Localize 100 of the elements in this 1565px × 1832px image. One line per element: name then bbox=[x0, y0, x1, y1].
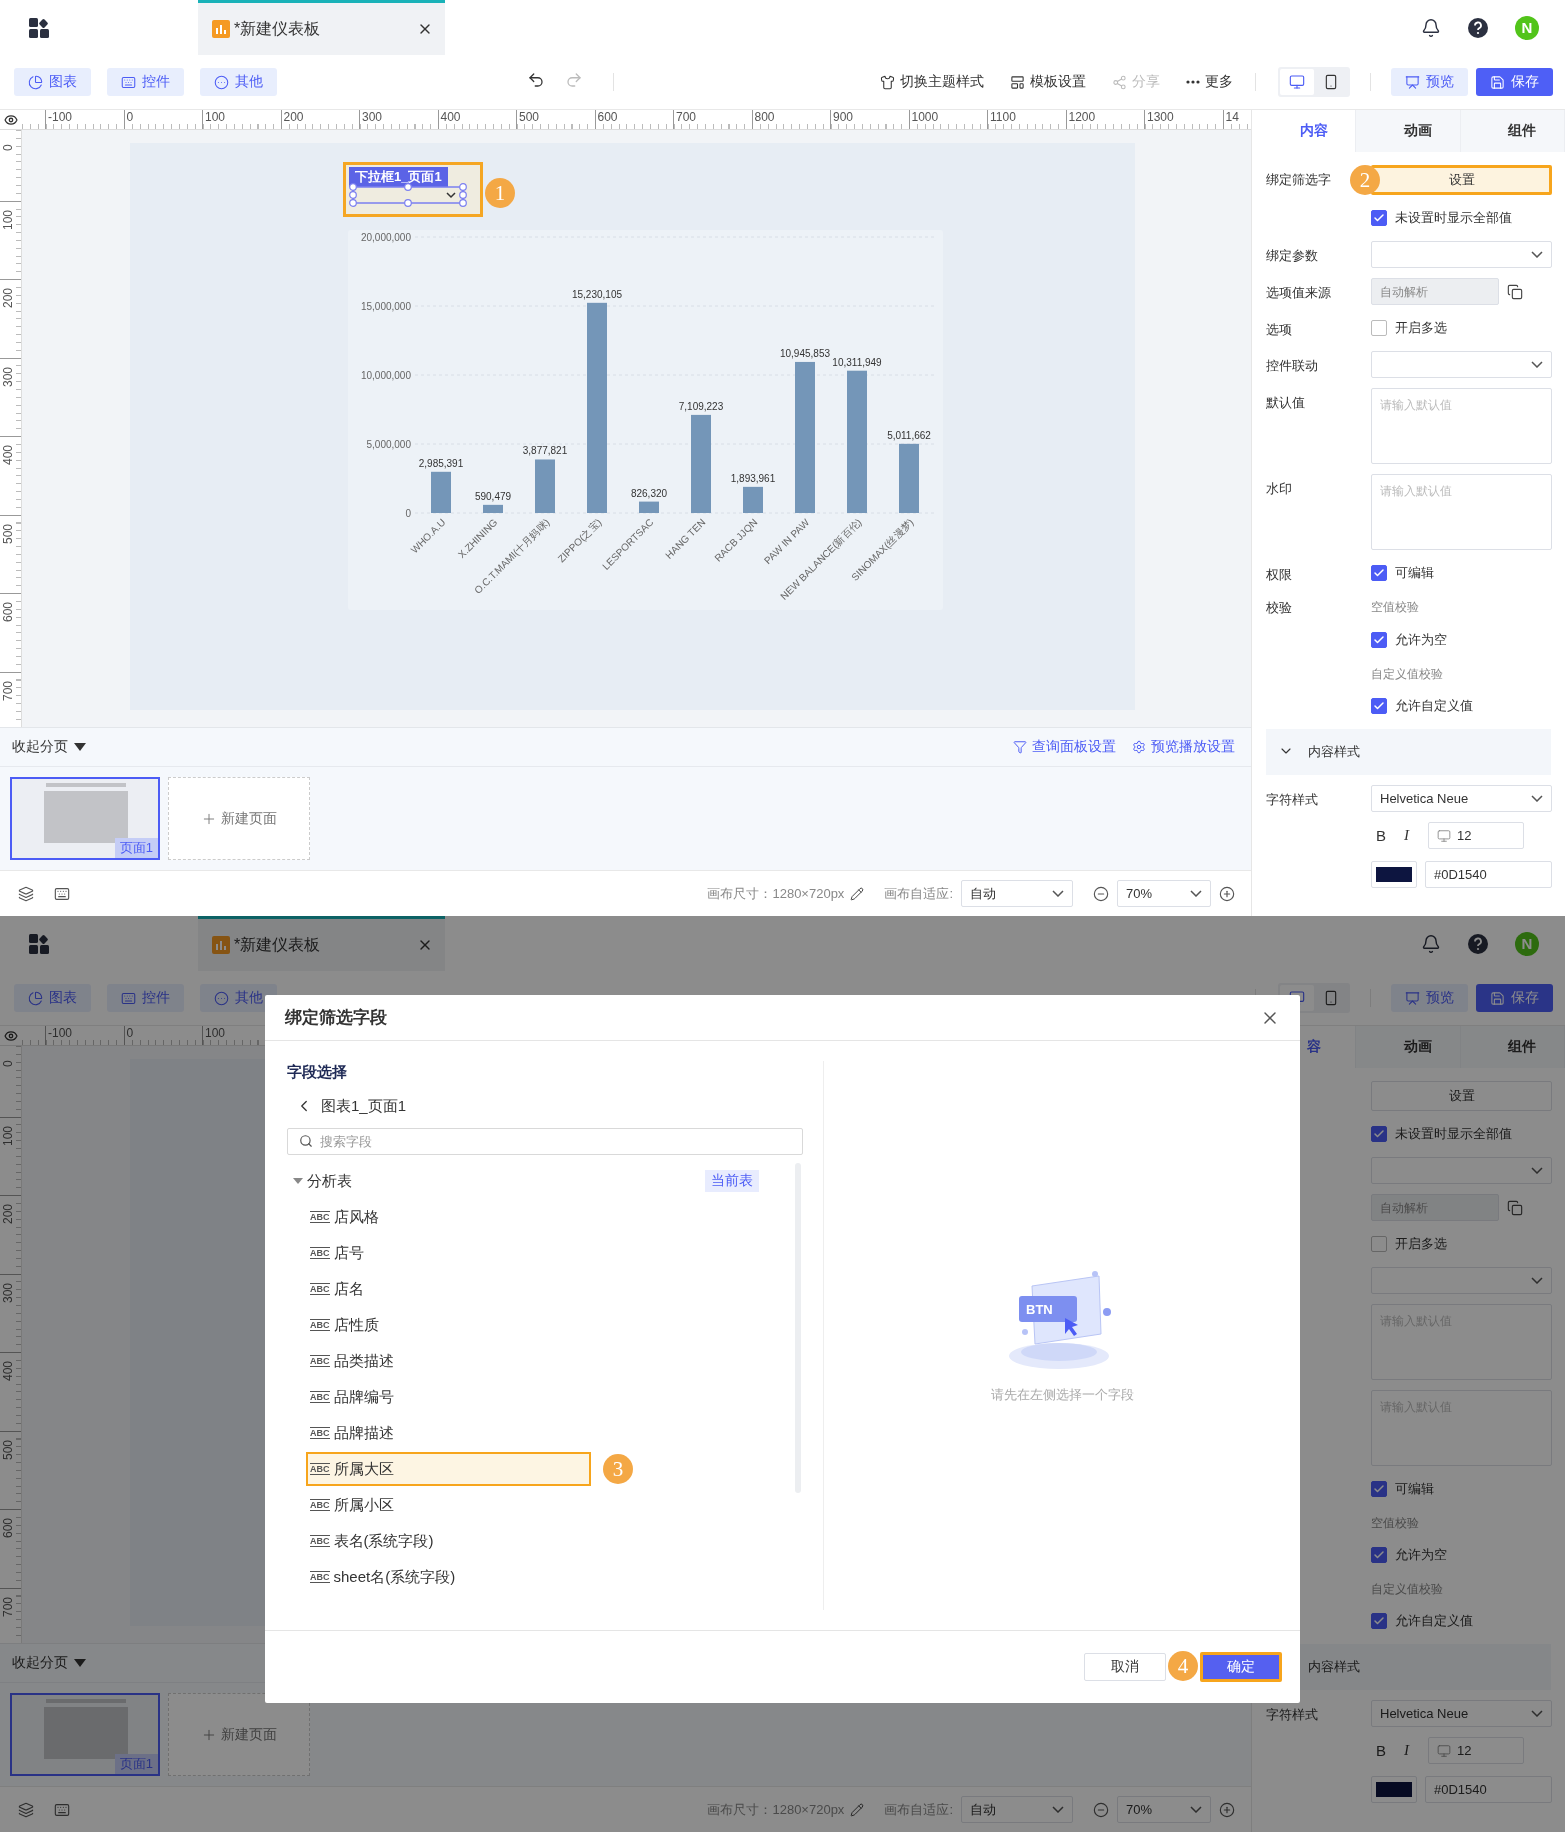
color-value-field[interactable]: #0D1540 bbox=[1425, 861, 1552, 888]
settings-link[interactable]: 预览播放设置 bbox=[1132, 738, 1235, 756]
eye-icon[interactable] bbox=[4, 112, 18, 127]
save-button[interactable]: 保存 bbox=[1476, 68, 1553, 96]
zoom-out-icon[interactable] bbox=[1093, 885, 1109, 902]
keyboard-icon[interactable] bbox=[54, 885, 70, 902]
zoom-select[interactable]: 70% bbox=[1117, 1796, 1211, 1823]
field-item[interactable]: ABC 店名 bbox=[306, 1274, 591, 1304]
zoom-in-icon[interactable] bbox=[1219, 885, 1235, 902]
undo-icon[interactable] bbox=[527, 71, 545, 89]
panel-tab[interactable]: 动画 bbox=[1356, 1026, 1461, 1068]
field-item[interactable]: ABC 所属小区 bbox=[306, 1490, 591, 1520]
field-item[interactable]: ABC 品牌编号 bbox=[306, 1382, 591, 1412]
text-area[interactable]: 请输入默认值 bbox=[1371, 474, 1552, 550]
bell-icon[interactable] bbox=[1421, 933, 1441, 954]
panel-tab[interactable]: 组件 bbox=[1460, 110, 1565, 152]
save-button[interactable]: 保存 bbox=[1476, 984, 1553, 1012]
field-item[interactable]: ABC 店号 bbox=[306, 1238, 591, 1268]
field-item[interactable]: ABC 所属大区 bbox=[306, 1452, 591, 1486]
checkbox[interactable] bbox=[1371, 1126, 1387, 1142]
select-field[interactable]: Helvetica Neue bbox=[1371, 1700, 1552, 1727]
color-value-field[interactable]: #0D1540 bbox=[1425, 1776, 1552, 1803]
panel-tab[interactable]: 组件 bbox=[1460, 1026, 1565, 1068]
zoom-select[interactable]: 70% bbox=[1117, 880, 1211, 907]
font-size-field[interactable]: 12 bbox=[1428, 822, 1524, 849]
device-toggle[interactable] bbox=[1280, 69, 1314, 95]
checkbox[interactable] bbox=[1371, 1481, 1387, 1497]
font-size-field[interactable]: 12 bbox=[1428, 1737, 1524, 1764]
new-page-button[interactable]: 新建页面 bbox=[168, 1693, 310, 1776]
field-item[interactable]: ABC 店风格 bbox=[306, 1202, 591, 1232]
checkbox[interactable] bbox=[1371, 1613, 1387, 1629]
fit-select[interactable]: 自动 bbox=[961, 880, 1073, 907]
section-header[interactable]: 内容样式 bbox=[1266, 729, 1551, 775]
copy-icon[interactable] bbox=[1507, 283, 1523, 300]
toolbar-button[interactable]: 控件 bbox=[107, 68, 184, 96]
zoom-out-icon[interactable] bbox=[1093, 1801, 1109, 1818]
settings-button[interactable]: 设置 bbox=[1371, 165, 1552, 195]
checkbox[interactable] bbox=[1371, 698, 1387, 714]
app-logo-icon[interactable] bbox=[28, 16, 50, 39]
select-field[interactable] bbox=[1371, 1157, 1552, 1184]
toolbar-button[interactable]: 其他 bbox=[200, 68, 277, 96]
toolbar-button[interactable]: 控件 bbox=[107, 984, 184, 1012]
cancel-button[interactable]: 取消 bbox=[1084, 1653, 1166, 1681]
color-swatch[interactable] bbox=[1371, 861, 1417, 888]
bold-button[interactable]: B bbox=[1371, 1742, 1391, 1759]
select-field[interactable] bbox=[1371, 241, 1552, 268]
color-swatch[interactable] bbox=[1371, 1776, 1417, 1803]
field-item[interactable]: ABC 表名(系统字段) bbox=[306, 1526, 591, 1556]
toolbar-button[interactable]: 模板设置 bbox=[1010, 73, 1086, 91]
checkbox[interactable] bbox=[1371, 1547, 1387, 1563]
tree-node[interactable]: 分析表 当前表 bbox=[287, 1163, 779, 1199]
select-field[interactable] bbox=[1371, 351, 1552, 378]
new-page-button[interactable]: 新建页面 bbox=[168, 777, 310, 860]
edit-icon[interactable] bbox=[850, 1802, 865, 1817]
edit-icon[interactable] bbox=[850, 886, 865, 901]
field-item[interactable]: ABC 店性质 bbox=[306, 1310, 591, 1340]
panel-tab[interactable]: 内容 bbox=[1252, 110, 1357, 152]
help-icon[interactable] bbox=[1467, 932, 1489, 955]
select-field[interactable]: Helvetica Neue bbox=[1371, 785, 1552, 812]
dropdown-widget[interactable]: 下拉框1_页面1 bbox=[343, 162, 483, 217]
document-tab[interactable]: *新建仪表板 bbox=[198, 916, 445, 971]
layers-icon[interactable] bbox=[18, 885, 34, 902]
preview-button[interactable]: 预览 bbox=[1391, 984, 1468, 1012]
layers-icon[interactable] bbox=[18, 1801, 34, 1818]
toolbar-button[interactable]: 更多 bbox=[1186, 73, 1233, 91]
settings-button[interactable]: 设置 bbox=[1371, 1081, 1552, 1111]
field-item[interactable]: ABC sheet名(系统字段) bbox=[306, 1562, 591, 1592]
help-icon[interactable] bbox=[1467, 16, 1489, 39]
italic-button[interactable]: I bbox=[1399, 827, 1414, 844]
toolbar-button[interactable]: 其他 bbox=[200, 984, 277, 1012]
confirm-button[interactable]: 确定 bbox=[1200, 1652, 1282, 1682]
panel-tab[interactable]: 动画 bbox=[1356, 110, 1461, 152]
search-field[interactable]: 搜索字段 bbox=[287, 1128, 803, 1155]
checkbox[interactable] bbox=[1371, 320, 1387, 336]
field-item[interactable]: ABC 品类描述 bbox=[306, 1346, 591, 1376]
back-link[interactable]: 图表1_页面1 bbox=[287, 1094, 803, 1118]
collapse-pages-toggle[interactable]: 收起分页 bbox=[12, 1654, 86, 1672]
app-logo-icon[interactable] bbox=[28, 932, 50, 955]
page-thumbnail[interactable]: 页面1 bbox=[10, 777, 160, 860]
eye-icon[interactable] bbox=[4, 1028, 18, 1043]
zoom-in-icon[interactable] bbox=[1219, 1801, 1235, 1818]
bell-icon[interactable] bbox=[1421, 17, 1441, 38]
italic-button[interactable]: I bbox=[1399, 1742, 1414, 1759]
select-field[interactable] bbox=[1371, 1267, 1552, 1294]
checkbox[interactable] bbox=[1371, 565, 1387, 581]
checkbox[interactable] bbox=[1371, 632, 1387, 648]
document-tab[interactable]: *新建仪表板 bbox=[198, 0, 445, 55]
settings-link[interactable]: 查询面板设置 bbox=[1013, 738, 1116, 756]
field-item[interactable]: ABC 品牌描述 bbox=[306, 1418, 591, 1448]
text-area[interactable]: 请输入默认值 bbox=[1371, 388, 1552, 464]
copy-icon[interactable] bbox=[1507, 1199, 1523, 1216]
checkbox[interactable] bbox=[1371, 1236, 1387, 1252]
collapse-pages-toggle[interactable]: 收起分页 bbox=[12, 738, 86, 756]
bold-button[interactable]: B bbox=[1371, 827, 1391, 844]
fit-select[interactable]: 自动 bbox=[961, 1796, 1073, 1823]
toolbar-button[interactable]: 图表 bbox=[14, 68, 91, 96]
toolbar-button[interactable]: 切换主题样式 bbox=[880, 73, 984, 91]
keyboard-icon[interactable] bbox=[54, 1801, 70, 1818]
toolbar-button[interactable]: 图表 bbox=[14, 984, 91, 1012]
preview-button[interactable]: 预览 bbox=[1391, 68, 1468, 96]
